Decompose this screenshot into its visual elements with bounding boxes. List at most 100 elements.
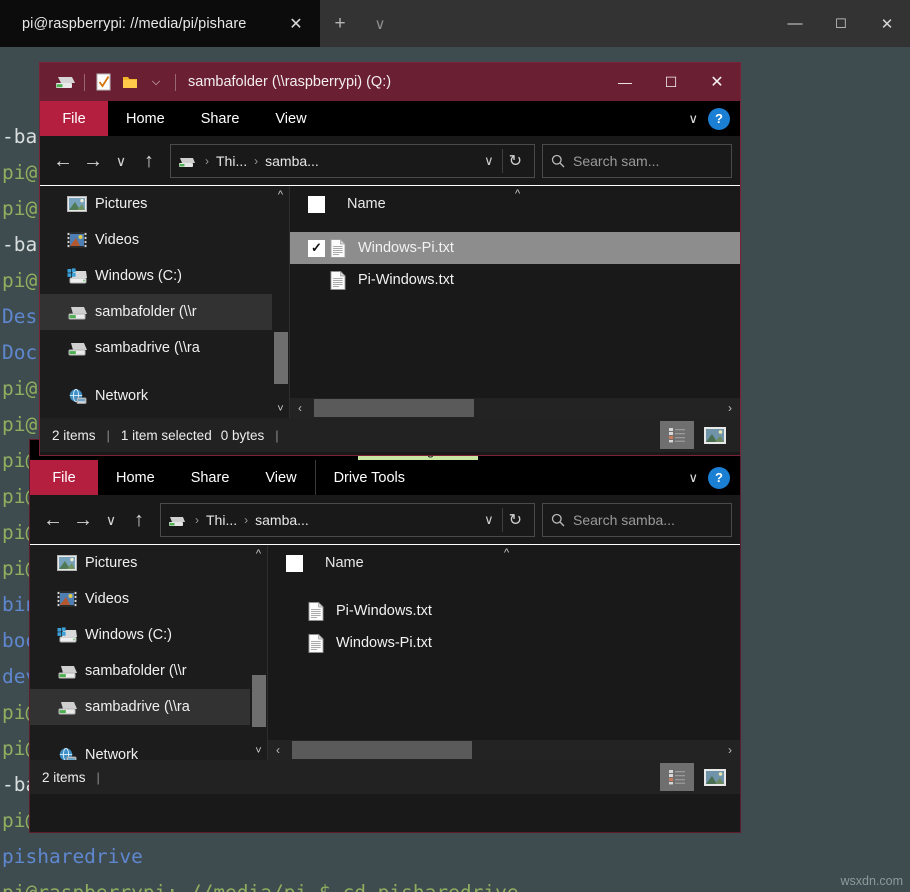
navigation-pane-2[interactable]: PicturesVideosWindows (C:)sambafolder (\… <box>30 545 268 760</box>
tab-view-2[interactable]: View <box>247 460 314 495</box>
select-all-checkbox-1[interactable] <box>308 196 325 213</box>
file-list-row[interactable]: ✓Windows-Pi.txt <box>290 232 740 264</box>
file-list-hscrollbar-2[interactable]: ‹ › <box>268 740 740 760</box>
tab-share-2[interactable]: Share <box>173 460 248 495</box>
file-list-row[interactable]: Windows-Pi.txt <box>268 627 740 659</box>
forward-icon-1[interactable]: → <box>78 144 108 178</box>
address-dropdown-icon-2[interactable]: ∨ <box>476 512 502 528</box>
scroll-up-icon-1[interactable]: ^ <box>272 186 289 204</box>
scroll-left-icon-2[interactable]: ‹ <box>268 743 288 757</box>
large-icons-view-icon-1[interactable] <box>698 421 732 449</box>
chevron-down-icon-1[interactable]: ∨ <box>678 111 708 127</box>
back-icon-1[interactable]: ← <box>48 144 78 178</box>
hscroll-track-1[interactable] <box>310 398 720 418</box>
navigation-pane-1[interactable]: PicturesVideosWindows (C:)sambafolder (\… <box>40 186 290 418</box>
window-close-icon[interactable]: ✕ <box>864 0 910 47</box>
checkbox-icon[interactable] <box>308 272 325 289</box>
navpane-item-sambadrive-ra[interactable]: sambadrive (\\ra <box>30 689 267 725</box>
navpane-item-label: sambadrive (\\ra <box>85 699 190 715</box>
navpane-item-sambadrive-ra[interactable]: sambadrive (\\ra <box>40 330 289 366</box>
hscroll-track-2[interactable] <box>288 740 720 760</box>
navpane-scrollbar-2[interactable]: ^ ˅ <box>250 545 267 760</box>
recent-locations-icon-1[interactable]: ∨ <box>108 144 134 178</box>
checkbox-icon[interactable] <box>286 635 303 652</box>
address-dropdown-icon-1[interactable]: ∨ <box>476 153 502 169</box>
scroll-down-icon-1[interactable]: ˅ <box>272 400 289 418</box>
tab-file-1[interactable]: File <box>40 101 108 136</box>
scroll-right-icon-2[interactable]: › <box>720 743 740 757</box>
new-folder-icon-1[interactable] <box>117 69 143 95</box>
navpane-item-videos[interactable]: Videos <box>40 222 289 258</box>
tab-view-1[interactable]: View <box>257 101 324 136</box>
recent-locations-icon-2[interactable]: ∨ <box>98 503 124 537</box>
navpane-scrollbar-1[interactable]: ^ ˅ <box>272 186 289 418</box>
breadcrumb-sambadrive-2[interactable]: samba... <box>255 512 309 528</box>
large-icons-view-icon-2[interactable] <box>698 763 732 791</box>
file-list-1[interactable]: ^ Name ✓Windows-Pi.txtPi-Windows.txt ‹ › <box>290 186 740 418</box>
up-icon-1[interactable]: ↑ <box>134 144 164 178</box>
navpane-scroll-thumb-1[interactable] <box>274 332 288 384</box>
navpane-item-network[interactable]: Network <box>30 737 267 760</box>
navpane-item-pictures[interactable]: Pictures <box>30 545 267 581</box>
search-box-1[interactable]: Search sam... <box>542 144 732 178</box>
back-icon-2[interactable]: ← <box>38 503 68 537</box>
navpane-scroll-thumb-2[interactable] <box>252 675 266 727</box>
navpane-item-sambafolder-r[interactable]: sambafolder (\\r <box>30 653 267 689</box>
file-list-row[interactable]: Pi-Windows.txt <box>290 264 740 296</box>
explorer-window-sambadrive[interactable]: Manage File Home Share View Drive Tools … <box>30 440 740 832</box>
chevron-down-icon-2[interactable]: ∨ <box>678 470 708 486</box>
status-item-count-1: 2 items <box>52 428 96 443</box>
address-bar-2[interactable]: › Thi... › samba... ∨ ↻ <box>160 503 535 537</box>
chevron-down-icon[interactable]: ∨ <box>360 0 400 47</box>
close-icon-1[interactable]: ✕ <box>694 63 740 101</box>
customize-qat-icon-1[interactable]: ⌵ <box>143 69 169 95</box>
navpane-item-pictures[interactable]: Pictures <box>40 186 289 222</box>
up-icon-2[interactable]: ↑ <box>124 503 154 537</box>
refresh-icon-1[interactable]: ↻ <box>503 151 528 171</box>
new-tab-icon[interactable]: + <box>320 0 360 47</box>
explorer-window-sambafolder[interactable]: ⌵ sambafolder (\\raspberrypi) (Q:) — ☐ ✕… <box>40 63 740 455</box>
address-bar-1[interactable]: › Thi... › samba... ∨ ↻ <box>170 144 535 178</box>
navpane-item-sambafolder-r[interactable]: sambafolder (\\r <box>40 294 289 330</box>
breadcrumb-this-pc-2[interactable]: Thi... <box>206 512 237 528</box>
forward-icon-2[interactable]: → <box>68 503 98 537</box>
tab-file-2[interactable]: File <box>30 460 98 495</box>
file-list-hscrollbar-1[interactable]: ‹ › <box>290 398 740 418</box>
help-icon-2[interactable]: ? <box>708 467 730 489</box>
scroll-right-icon-1[interactable]: › <box>720 401 740 415</box>
breadcrumb-this-pc-1[interactable]: Thi... <box>216 153 247 169</box>
navpane-item-windows-c[interactable]: Windows (C:) <box>40 258 289 294</box>
navpane-item-windows-c[interactable]: Windows (C:) <box>30 617 267 653</box>
network-drive-icon-title-1[interactable] <box>52 69 78 95</box>
titlebar-1[interactable]: ⌵ sambafolder (\\raspberrypi) (Q:) — ☐ ✕ <box>40 63 740 101</box>
select-all-checkbox-2[interactable] <box>286 555 303 572</box>
close-icon[interactable]: ✕ <box>280 8 312 39</box>
details-view-icon-2[interactable] <box>660 763 694 791</box>
navpane-item-videos[interactable]: Videos <box>30 581 267 617</box>
minimize-icon-1[interactable]: — <box>602 63 648 101</box>
tab-home-2[interactable]: Home <box>98 460 173 495</box>
properties-icon-1[interactable] <box>91 69 117 95</box>
tab-home-1[interactable]: Home <box>108 101 183 136</box>
breadcrumb-sambafolder-1[interactable]: samba... <box>265 153 319 169</box>
scroll-down-icon-2[interactable]: ˅ <box>250 742 267 760</box>
scroll-left-icon-1[interactable]: ‹ <box>290 401 310 415</box>
search-box-2[interactable]: Search samba... <box>542 503 732 537</box>
help-icon-1[interactable]: ? <box>708 108 730 130</box>
details-view-icon-1[interactable] <box>660 421 694 449</box>
hscroll-thumb-1[interactable] <box>314 399 474 417</box>
tab-share-1[interactable]: Share <box>183 101 258 136</box>
navpane-item-network[interactable]: Network <box>40 378 289 414</box>
maximize-icon-1[interactable]: ☐ <box>648 63 694 101</box>
file-list-2[interactable]: ^ Name Pi-Windows.txtWindows-Pi.txt ‹ › <box>268 545 740 760</box>
maximize-icon[interactable]: ☐ <box>818 0 864 47</box>
checkbox-checked-icon[interactable]: ✓ <box>308 240 325 257</box>
terminal-tab[interactable]: pi@raspberrypi: //media/pi/pishare ✕ <box>0 0 320 47</box>
checkbox-icon[interactable] <box>286 603 303 620</box>
hscroll-thumb-2[interactable] <box>292 741 472 759</box>
tab-drive-tools-2[interactable]: Drive Tools <box>315 460 423 495</box>
refresh-icon-2[interactable]: ↻ <box>503 510 528 530</box>
file-list-row[interactable]: Pi-Windows.txt <box>268 595 740 627</box>
scroll-up-icon-2[interactable]: ^ <box>250 545 267 563</box>
minimize-icon[interactable]: — <box>772 0 818 47</box>
